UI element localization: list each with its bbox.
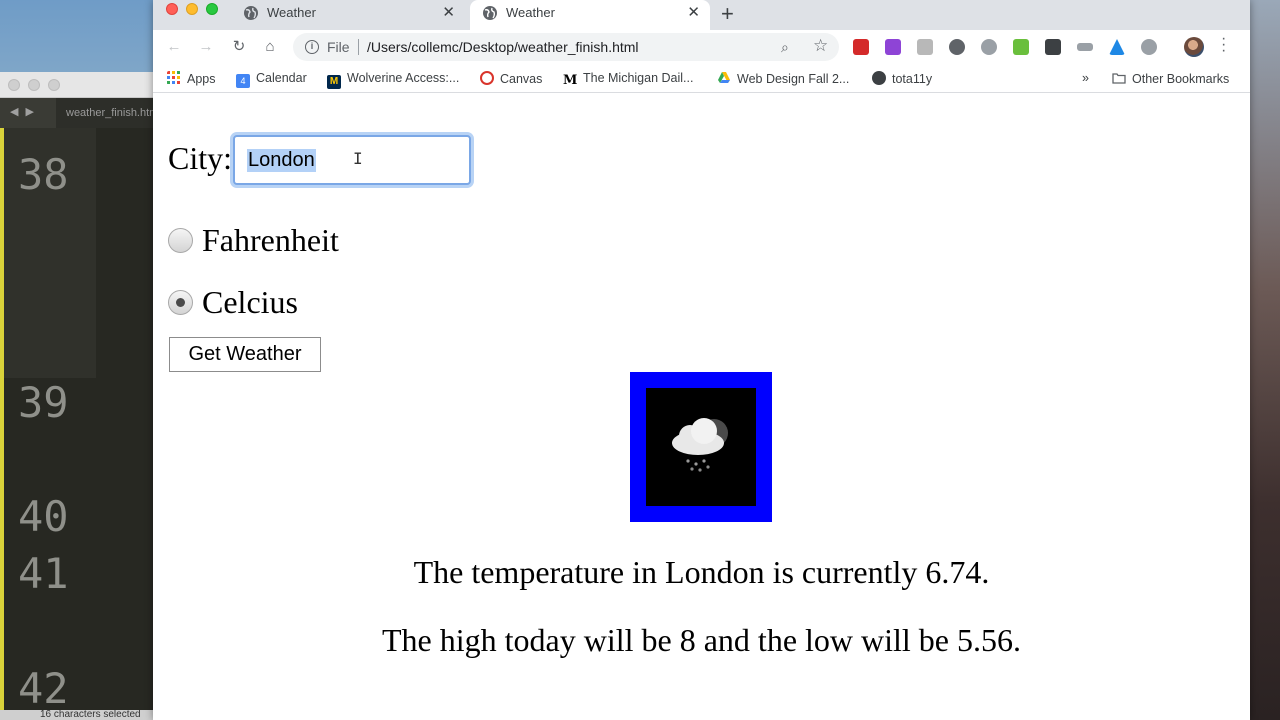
extension-link-icon[interactable]	[1077, 43, 1093, 51]
bookmark-label: Web Design Fall 2...	[737, 72, 850, 86]
weather-page: City: London I Fahrenheit Celcius Get We…	[153, 98, 1250, 720]
editor-line-number: 41	[18, 549, 69, 598]
bookmark-label: Other Bookmarks	[1132, 72, 1230, 86]
editor-nav-arrows-icon[interactable]: ◀ ▶	[10, 105, 36, 118]
editor-titlebar	[0, 72, 160, 98]
temperature-text: The temperature in London is currently 6…	[413, 554, 990, 590]
bookmarks-overflow-chevron[interactable]: »	[1082, 71, 1089, 85]
address-bar[interactable]: i File /Users/collemc/Desktop/weather_fi…	[293, 33, 839, 61]
extension-settings-icon[interactable]	[1141, 39, 1157, 55]
code-editor-window: ◀ ▶ weather_finish.html 38 39 40 41 42	[0, 72, 160, 720]
city-input-value: London	[247, 149, 316, 172]
editor-file-tab[interactable]: weather_finish.html	[56, 98, 160, 128]
get-weather-button[interactable]: Get Weather	[169, 337, 321, 372]
editor-line-number: 40	[18, 492, 69, 541]
celcius-radio[interactable]	[168, 290, 193, 315]
extension-check-icon[interactable]	[885, 39, 901, 55]
close-tab-icon[interactable]: ✕	[687, 3, 700, 21]
back-arrow-icon[interactable]: ←	[165, 38, 183, 56]
reload-icon[interactable]: ↻	[230, 38, 248, 56]
bookmark-wolverine-access[interactable]: M Wolverine Access:...	[327, 71, 459, 89]
bookmark-label: Canvas	[500, 72, 543, 86]
text-cursor-icon: I	[353, 149, 363, 168]
bookmark-tota11y[interactable]: tota11y	[872, 71, 932, 86]
forward-arrow-icon[interactable]: →	[197, 38, 215, 56]
bookmark-label: Apps	[187, 72, 216, 86]
globe-icon	[483, 6, 497, 20]
extension-wordpress-icon[interactable]	[949, 39, 965, 55]
scheme-label: File	[327, 39, 350, 55]
bookmark-michigan-daily[interactable]: M The Michigan Dail...	[563, 71, 693, 88]
weather-icon-background	[646, 388, 756, 506]
tab-weather-2[interactable]: Weather ✕	[470, 0, 710, 30]
city-input[interactable]: London I	[233, 135, 471, 185]
bookmark-web-design[interactable]: Web Design Fall 2...	[717, 71, 849, 86]
browser-menu-icon[interactable]: · · ·	[1221, 31, 1227, 59]
fahrenheit-radio[interactable]	[168, 228, 193, 253]
tab-weather-1[interactable]: Weather ✕	[231, 0, 465, 26]
extension-k-icon[interactable]	[917, 39, 933, 55]
google-drive-icon	[718, 72, 730, 83]
extension-print-icon[interactable]	[1013, 39, 1029, 55]
profile-avatar[interactable]	[1184, 37, 1204, 57]
city-label: City:	[168, 140, 233, 176]
url-text[interactable]: /Users/collemc/Desktop/weather_finish.ht…	[367, 39, 639, 55]
michigan-m-icon: M	[327, 75, 341, 89]
window-close-button[interactable]	[166, 3, 178, 15]
cloud-snow-night-icon	[672, 418, 728, 472]
editor-zoom-dot[interactable]	[48, 79, 60, 91]
window-minimize-button[interactable]	[186, 3, 198, 15]
tab-strip: Weather ✕ Weather ✕ +	[153, 0, 1250, 34]
browser-toolbar: ← → ↻ ⌂ i File /Users/collemc/Desktop/we…	[153, 30, 1250, 65]
zoom-icon[interactable]: ⌕	[781, 39, 789, 56]
apps-grid-icon	[167, 71, 180, 84]
tab-title: Weather	[267, 5, 316, 20]
window-zoom-button[interactable]	[206, 3, 218, 15]
bookmark-apps[interactable]: Apps	[167, 71, 216, 86]
fahrenheit-label: Fahrenheit	[202, 222, 339, 258]
other-bookmarks[interactable]: Other Bookmarks	[1112, 71, 1229, 86]
info-icon[interactable]: i	[305, 40, 319, 54]
bookmark-canvas[interactable]: Canvas	[480, 71, 542, 86]
address-separator	[358, 39, 359, 55]
editor-line-number: 42	[18, 664, 69, 713]
bookmark-label: Wolverine Access:...	[347, 71, 460, 85]
globe-icon	[244, 6, 258, 20]
editor-minimize-dot[interactable]	[28, 79, 40, 91]
celcius-label: Celcius	[202, 284, 298, 320]
browser-window: Weather ✕ Weather ✕ + ← → ↻ ⌂ i File /Us…	[153, 0, 1250, 720]
canvas-icon	[480, 71, 494, 85]
bookmark-star-icon[interactable]: ☆	[813, 36, 828, 56]
editor-line-number: 39	[18, 378, 69, 427]
extension-gear-badge-icon[interactable]	[981, 39, 997, 55]
extension-shield-icon[interactable]	[1045, 39, 1061, 55]
close-tab-icon[interactable]: ✕	[442, 3, 455, 21]
weather-icon-frame	[630, 372, 772, 522]
michigan-daily-icon: M	[563, 73, 578, 88]
editor-line-number: 38	[18, 150, 69, 199]
editor-close-dot[interactable]	[8, 79, 20, 91]
extension-lastpass-icon[interactable]	[853, 39, 869, 55]
high-low-text: The high today will be 8 and the low wil…	[382, 622, 1021, 658]
tab-title: Weather	[506, 5, 555, 20]
new-tab-button[interactable]: +	[721, 1, 734, 27]
bookmark-label: Calendar	[256, 71, 307, 85]
tota11y-icon	[872, 71, 886, 85]
bookmark-label: tota11y	[892, 72, 933, 86]
calendar-icon: 4	[236, 74, 250, 88]
bookmark-calendar[interactable]: 4 Calendar	[236, 71, 307, 88]
bookmark-label: The Michigan Dail...	[583, 71, 694, 85]
desktop-wallpaper-edge	[1249, 0, 1280, 720]
folder-icon	[1112, 73, 1126, 84]
editor-status-bar: 16 characters selected	[0, 710, 160, 720]
extension-triangle-icon[interactable]	[1109, 39, 1125, 55]
home-icon[interactable]: ⌂	[261, 38, 279, 56]
bookmarks-bar: Apps 4 Calendar M Wolverine Access:... Can…	[153, 65, 1250, 93]
